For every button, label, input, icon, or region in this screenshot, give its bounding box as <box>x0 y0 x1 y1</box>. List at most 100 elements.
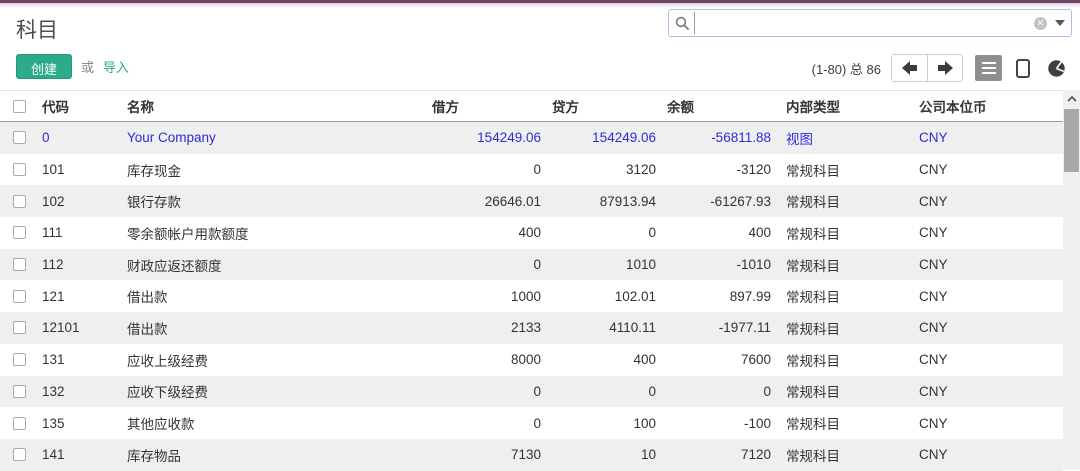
cell-debit: 0 <box>430 416 550 431</box>
pager-next-button[interactable] <box>927 55 962 81</box>
cell-code: 102 <box>40 194 125 209</box>
table-row[interactable]: 132 应收下级经费 0 0 0 常规科目 CNY <box>0 376 1063 408</box>
cell-code: 101 <box>40 162 125 177</box>
checkbox-cell <box>0 163 40 176</box>
cell-name: Your Company <box>125 130 430 145</box>
row-checkbox[interactable] <box>13 131 26 144</box>
cell-internal-type: 视图 <box>780 128 910 148</box>
cell-internal-type: 常规科目 <box>780 160 910 180</box>
table-row[interactable]: 112 财政应返还额度 0 1010 -1010 常规科目 CNY <box>0 249 1063 281</box>
header-credit[interactable]: 贷方 <box>550 96 665 116</box>
header-code[interactable]: 代码 <box>40 96 125 116</box>
header-debit[interactable]: 借方 <box>430 96 550 116</box>
checkbox-cell <box>0 321 40 334</box>
table-row[interactable]: 121 借出款 1000 102.01 897.99 常规科目 CNY <box>0 280 1063 312</box>
table-row[interactable]: 111 零余额帐户用款额度 400 0 400 常规科目 CNY <box>0 217 1063 249</box>
table-row[interactable]: 131 应收上级经费 8000 400 7600 常规科目 CNY <box>0 344 1063 376</box>
row-checkbox[interactable] <box>13 321 26 334</box>
graph-view-button[interactable] <box>1043 55 1070 81</box>
cell-name: 银行存款 <box>125 191 430 211</box>
table-row[interactable]: 141 库存物品 7130 10 7120 常规科目 CNY <box>0 439 1063 471</box>
cell-debit: 0 <box>430 384 550 399</box>
checkbox-cell <box>0 131 40 144</box>
cell-balance: 7600 <box>665 352 780 367</box>
table-header-row: 代码 名称 借方 贷方 余额 内部类型 公司本位币 <box>0 90 1063 122</box>
cell-internal-type: 常规科目 <box>780 223 910 243</box>
row-checkbox[interactable] <box>13 417 26 430</box>
import-link[interactable]: 导入 <box>103 57 129 76</box>
checkbox-cell <box>0 417 40 430</box>
cell-debit: 1000 <box>430 289 550 304</box>
table-row[interactable]: 0 Your Company 154249.06 154249.06 -5681… <box>0 122 1063 154</box>
header-balance[interactable]: 余额 <box>665 96 780 116</box>
cell-code: 121 <box>40 289 125 304</box>
search-filter-caret-icon[interactable] <box>1055 20 1065 26</box>
scrollbar-thumb[interactable] <box>1064 109 1079 172</box>
cell-currency: CNY <box>910 384 1063 399</box>
search-input[interactable] <box>694 12 1034 34</box>
row-checkbox[interactable] <box>13 290 26 303</box>
header-company-currency[interactable]: 公司本位币 <box>910 96 1063 116</box>
table-row[interactable]: 102 银行存款 26646.01 87913.94 -61267.93 常规科… <box>0 185 1063 217</box>
cell-credit: 100 <box>550 416 665 431</box>
cell-debit: 0 <box>430 162 550 177</box>
cell-code: 141 <box>40 447 125 462</box>
header-internal-type[interactable]: 内部类型 <box>780 96 910 116</box>
right-controls: (1-80) 总 86 <box>812 54 1070 82</box>
cell-credit: 400 <box>550 352 665 367</box>
cell-currency: CNY <box>910 257 1063 272</box>
cell-balance: -1010 <box>665 257 780 272</box>
row-checkbox[interactable] <box>13 163 26 176</box>
cell-name: 库存现金 <box>125 160 430 180</box>
cell-name: 应收下级经费 <box>125 381 430 401</box>
checkbox-cell <box>0 385 40 398</box>
cell-name: 零余额帐户用款额度 <box>125 223 430 243</box>
kanban-view-button[interactable] <box>1009 55 1036 81</box>
row-checkbox[interactable] <box>13 448 26 461</box>
cell-internal-type: 常规科目 <box>780 445 910 465</box>
cell-credit: 0 <box>550 384 665 399</box>
cell-debit: 26646.01 <box>430 194 550 209</box>
cell-currency: CNY <box>910 130 1063 145</box>
row-checkbox[interactable] <box>13 258 26 271</box>
checkbox-cell <box>0 353 40 366</box>
arrow-right-icon <box>936 60 954 76</box>
cell-currency: CNY <box>910 162 1063 177</box>
checkbox-cell <box>0 290 40 303</box>
chevron-up-icon <box>1067 96 1077 102</box>
cell-debit: 0 <box>430 257 550 272</box>
select-all-checkbox[interactable] <box>13 100 26 113</box>
cell-credit: 4110.11 <box>550 320 665 335</box>
cell-internal-type: 常规科目 <box>780 381 910 401</box>
checkbox-cell <box>0 448 40 461</box>
cell-debit: 154249.06 <box>430 130 550 145</box>
cell-balance: 7120 <box>665 447 780 462</box>
cell-name: 借出款 <box>125 286 430 306</box>
graph-pie-icon <box>1047 59 1066 78</box>
cell-currency: CNY <box>910 416 1063 431</box>
row-checkbox[interactable] <box>13 226 26 239</box>
header-name[interactable]: 名称 <box>125 96 430 116</box>
cell-internal-type: 常规科目 <box>780 350 910 370</box>
search-box[interactable]: ✕ <box>668 9 1072 37</box>
cell-debit: 400 <box>430 225 550 240</box>
row-checkbox[interactable] <box>13 353 26 366</box>
row-checkbox[interactable] <box>13 195 26 208</box>
table-row[interactable]: 135 其他应收款 0 100 -100 常规科目 CNY <box>0 407 1063 439</box>
cell-internal-type: 常规科目 <box>780 286 910 306</box>
cell-balance: -100 <box>665 416 780 431</box>
table-row[interactable]: 12101 借出款 2133 4110.11 -1977.11 常规科目 CNY <box>0 312 1063 344</box>
scrollbar-up-button[interactable] <box>1063 90 1080 107</box>
clear-search-icon[interactable]: ✕ <box>1034 17 1047 30</box>
cell-currency: CNY <box>910 320 1063 335</box>
pager-previous-button[interactable] <box>892 55 927 81</box>
list-view-button[interactable] <box>975 55 1002 81</box>
cell-currency: CNY <box>910 225 1063 240</box>
row-checkbox[interactable] <box>13 385 26 398</box>
vertical-scrollbar[interactable] <box>1063 90 1080 470</box>
control-row: 创建 或 导入 (1-80) 总 86 <box>0 48 1080 90</box>
create-button[interactable]: 创建 <box>16 54 72 79</box>
cell-internal-type: 常规科目 <box>780 318 910 338</box>
table-row[interactable]: 101 库存现金 0 3120 -3120 常规科目 CNY <box>0 154 1063 186</box>
cell-credit: 154249.06 <box>550 130 665 145</box>
